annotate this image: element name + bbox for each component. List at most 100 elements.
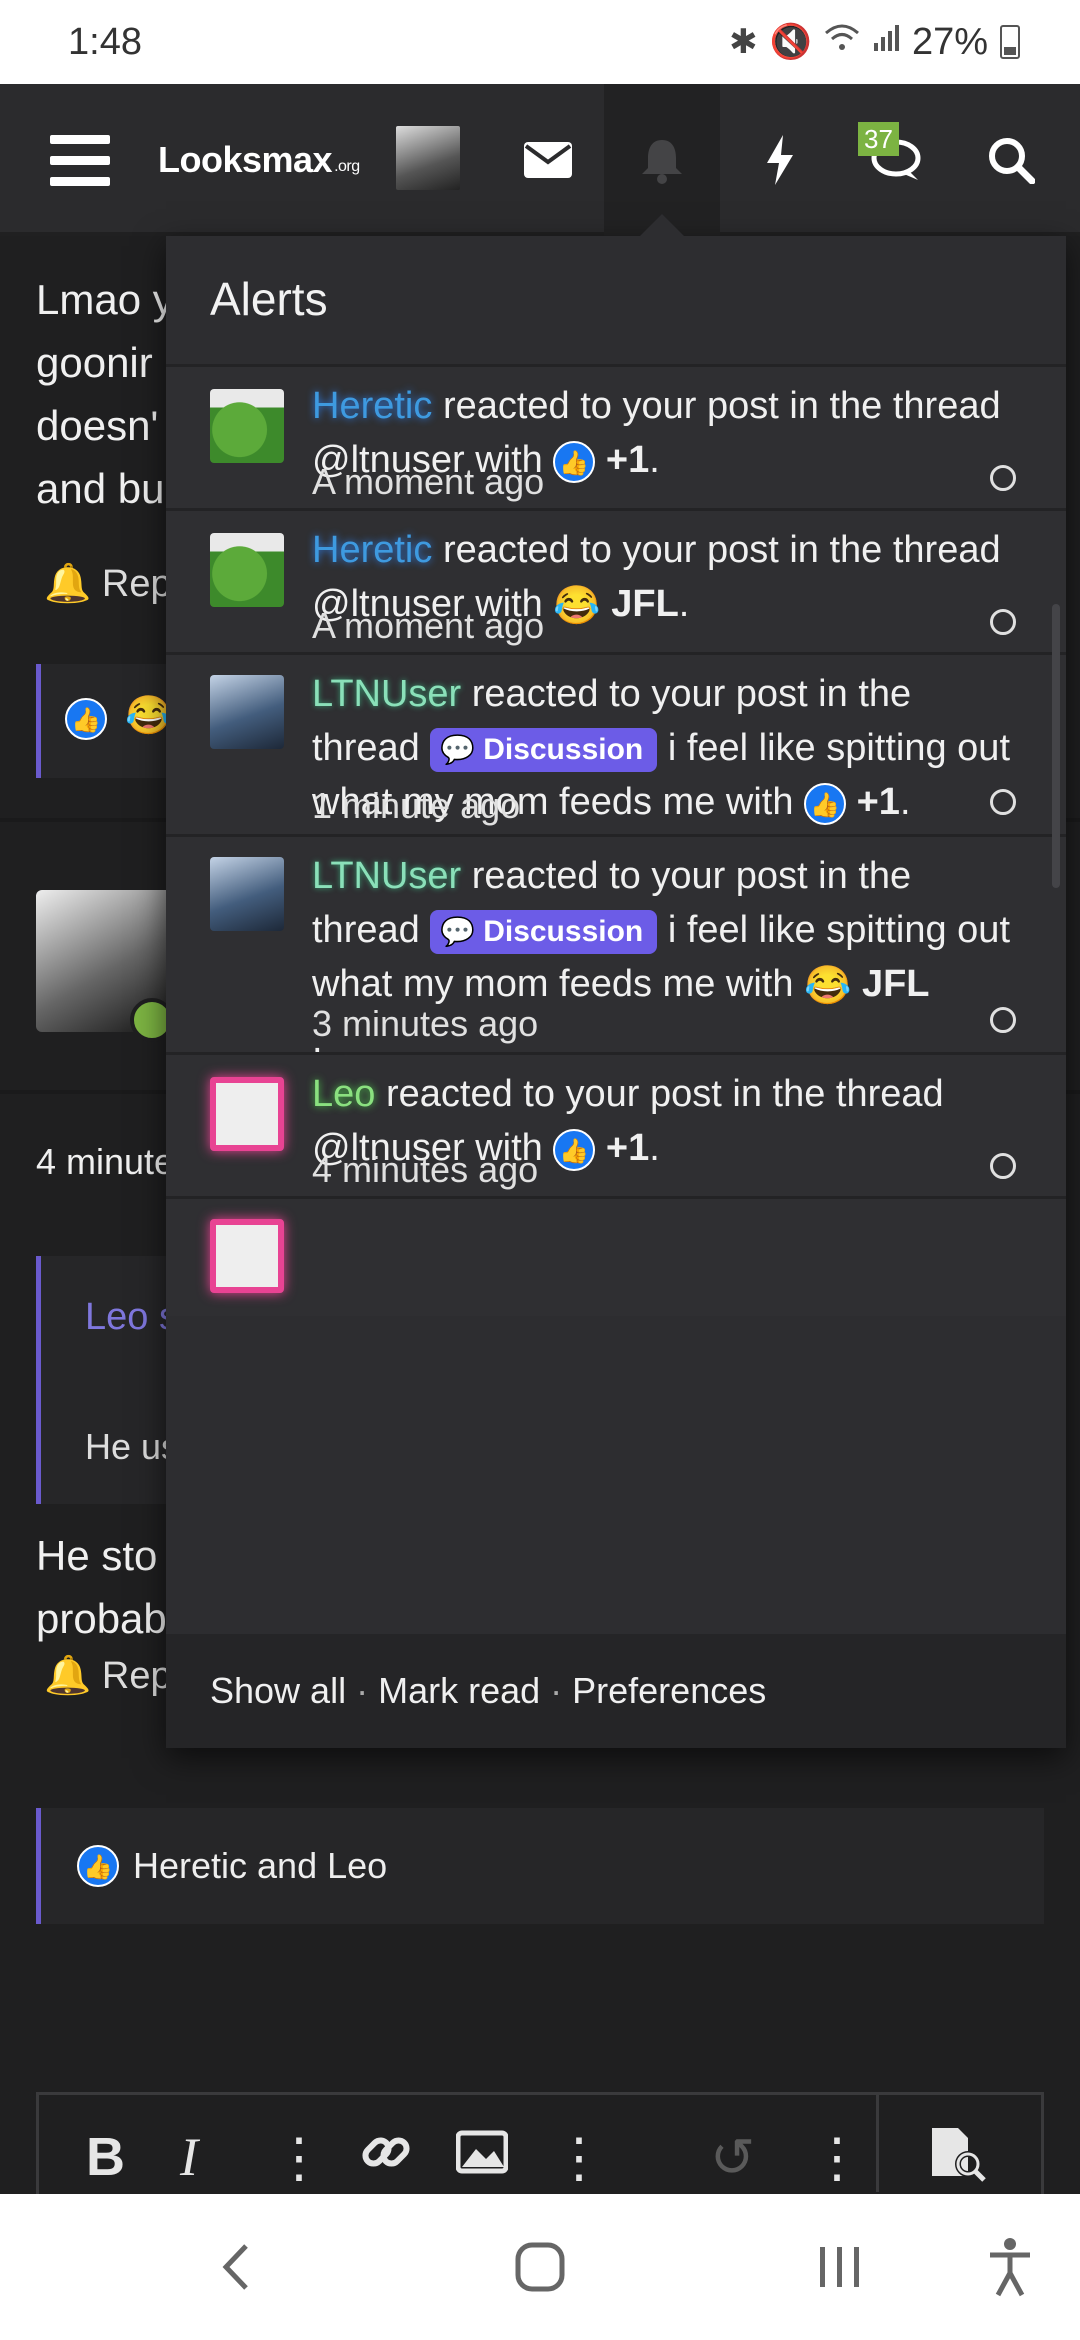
- preferences-link[interactable]: Preferences: [572, 1670, 766, 1712]
- undo-icon[interactable]: ↺: [710, 2126, 755, 2189]
- mark-read-toggle[interactable]: [990, 789, 1016, 815]
- jfl-reaction-icon: 😂: [553, 584, 601, 627]
- top-navigation: Looksmax .org 37: [0, 84, 1080, 236]
- like-reaction-icon: 👍: [553, 440, 596, 483]
- back-button[interactable]: [190, 2194, 280, 2340]
- status-bar: 1:48 ✱ 🔇 27%: [0, 0, 1080, 84]
- system-navigation-bar: [0, 2194, 1080, 2340]
- envelope-icon: [524, 142, 572, 178]
- hamburger-line: [50, 155, 110, 165]
- image-icon[interactable]: [455, 2126, 509, 2188]
- logo-text: Looksmax: [158, 139, 333, 180]
- mark-read-toggle[interactable]: [990, 609, 1016, 635]
- mark-read-toggle[interactable]: [990, 1153, 1016, 1179]
- footer-separator: ·: [550, 1670, 563, 1711]
- reaction-summary-text: Heretic and Leo: [133, 1845, 388, 1886]
- post-line: probab: [36, 1595, 167, 1642]
- bold-icon[interactable]: B: [86, 2126, 125, 2188]
- show-all-link[interactable]: Show all: [210, 1670, 346, 1712]
- alerts-scrollbar[interactable]: [1052, 604, 1060, 888]
- hamburger-line: [50, 176, 110, 186]
- post-text: Lmao y goonir doesn' and bu: [36, 268, 174, 520]
- mark-read-toggle[interactable]: [990, 465, 1016, 491]
- alert-suffix: .: [649, 439, 660, 481]
- mark-read-toggle[interactable]: [990, 1007, 1016, 1033]
- inbox-button[interactable]: [508, 84, 588, 236]
- bell-icon: [642, 140, 682, 184]
- site-logo[interactable]: Looksmax .org: [158, 84, 360, 236]
- battery-icon: [1000, 25, 1020, 59]
- account-avatar[interactable]: [396, 126, 460, 190]
- alert-suffix: .: [678, 583, 690, 625]
- reaction-label: JFL: [861, 963, 930, 1005]
- alert-username[interactable]: Leo: [312, 1073, 375, 1115]
- reaction-label: +1: [856, 781, 900, 823]
- alert-item[interactable]: LTNUser reacted to your post in the thre…: [166, 652, 1066, 834]
- user-avatar[interactable]: [210, 857, 284, 931]
- post-line: Lmao y: [36, 276, 174, 323]
- reaction-label: JFL: [611, 583, 679, 625]
- signal-icon: [872, 23, 900, 62]
- logo-suffix: .org: [334, 158, 360, 175]
- quote-author[interactable]: Leo s: [85, 1296, 178, 1339]
- toolbar-divider: [876, 2092, 879, 2192]
- reaction-summary[interactable]: 👍 Heretic and Leo: [36, 1808, 1044, 1924]
- alert-item[interactable]: Heretic reacted to your post in the thre…: [166, 508, 1066, 652]
- whats-new-button[interactable]: [740, 84, 820, 236]
- user-avatar[interactable]: [210, 533, 284, 607]
- discussion-icon: 💬: [440, 915, 476, 947]
- like-reaction-icon: 👍: [65, 698, 107, 740]
- more-options-icon[interactable]: ⋮: [810, 2126, 864, 2189]
- alert-time: 3 minutes ago: [312, 1003, 539, 1044]
- hamburger-line: [50, 134, 110, 144]
- alerts-list: Heretic reacted to your post in the thre…: [166, 364, 1066, 1634]
- search-icon: [989, 138, 1035, 184]
- menu-button[interactable]: [30, 84, 130, 236]
- tag-label: Discussion: [483, 732, 644, 766]
- user-avatar[interactable]: [210, 389, 284, 463]
- status-time: 1:48: [68, 20, 142, 63]
- quote-text: He us: [85, 1426, 180, 1467]
- mute-icon: 🔇: [769, 23, 812, 61]
- alert-item[interactable]: [166, 1196, 1066, 1316]
- like-reaction-icon: 👍: [804, 782, 847, 825]
- user-avatar[interactable]: [210, 675, 284, 749]
- battery-percent: 27%: [911, 20, 988, 63]
- more-options-icon[interactable]: ⋮: [552, 2126, 606, 2189]
- tag-label: Discussion: [483, 914, 644, 948]
- alerts-title: Alerts: [210, 273, 328, 325]
- bluetooth-icon: ✱: [729, 23, 758, 61]
- footer-separator: ·: [356, 1670, 369, 1711]
- post-line: goonir: [36, 339, 153, 386]
- more-options-icon[interactable]: ⋮: [272, 2126, 326, 2189]
- recents-button[interactable]: [800, 2194, 880, 2340]
- accessibility-button[interactable]: [970, 2194, 1050, 2340]
- search-button[interactable]: [966, 84, 1056, 236]
- alert-time: 4 minutes ago: [312, 1149, 539, 1190]
- post-text: He sto probab: [36, 1524, 167, 1650]
- user-avatar[interactable]: [210, 1077, 284, 1151]
- italic-icon[interactable]: I: [180, 2126, 198, 2188]
- wifi-icon: [824, 23, 860, 62]
- alert-suffix: .: [899, 781, 911, 823]
- link-icon[interactable]: [360, 2126, 412, 2191]
- alert-item[interactable]: Leo reacted to your post in the thread @…: [166, 1052, 1066, 1196]
- mark-read-link[interactable]: Mark read: [378, 1670, 540, 1712]
- recents-icon: [820, 2247, 859, 2287]
- like-reaction-icon: 👍: [553, 1128, 596, 1171]
- home-button[interactable]: [490, 2194, 590, 2340]
- alert-suffix: .: [649, 1127, 660, 1169]
- alert-username[interactable]: LTNUser: [312, 855, 461, 897]
- alert-item[interactable]: LTNUser reacted to your post in the thre…: [166, 834, 1066, 1061]
- dropdown-caret: [640, 214, 684, 236]
- alert-username[interactable]: Heretic: [312, 529, 432, 571]
- alert-username[interactable]: LTNUser: [312, 673, 461, 715]
- discussion-icon: 💬: [440, 733, 476, 765]
- user-avatar[interactable]: [210, 1219, 284, 1293]
- like-reaction-icon: 👍: [77, 1845, 119, 1887]
- alert-item[interactable]: Heretic reacted to your post in the thre…: [166, 364, 1066, 508]
- alert-username[interactable]: Heretic: [312, 385, 432, 427]
- conversations-button[interactable]: [846, 84, 946, 236]
- thread-prefix-tag: 💬 Discussion: [430, 727, 658, 772]
- preview-icon[interactable]: [928, 2126, 988, 2195]
